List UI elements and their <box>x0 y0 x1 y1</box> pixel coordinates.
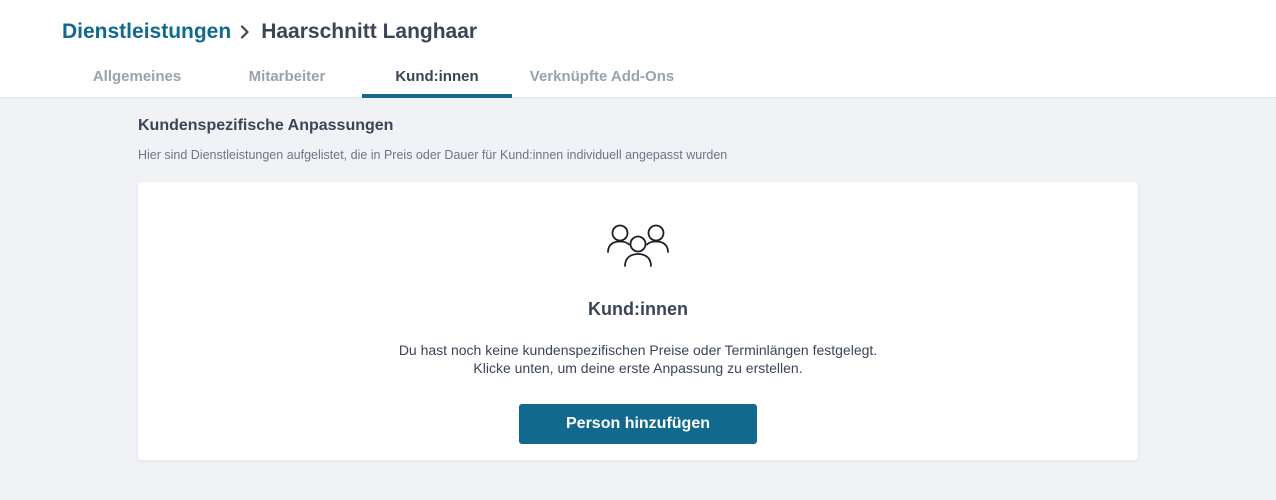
page-title: Haarschnitt Langhaar <box>261 20 478 43</box>
people-group-icon <box>606 222 670 272</box>
empty-state-text-line-2: Klicke unten, um deine erste Anpassung z… <box>473 360 803 376</box>
section-description: Hier sind Dienstleistungen aufgelistet, … <box>138 148 728 162</box>
empty-state-text: Du hast noch keine kundenspezifischen Pr… <box>138 341 1138 377</box>
chevron-right-icon <box>240 25 250 39</box>
tab-customers[interactable]: Kund:innen <box>362 62 512 98</box>
add-person-button[interactable]: Person hinzufügen <box>519 404 757 444</box>
tab-general[interactable]: Allgemeines <box>62 62 212 98</box>
tab-employees[interactable]: Mitarbeiter <box>212 62 362 98</box>
empty-state-card: Kund:innen Du hast noch keine kundenspez… <box>138 182 1138 460</box>
breadcrumb-link-services[interactable]: Dienstleistungen <box>62 20 231 44</box>
tab-bar: Allgemeines Mitarbeiter Kund:innen Verkn… <box>62 62 692 98</box>
empty-state-text-line-1: Du hast noch keine kundenspezifischen Pr… <box>398 342 878 358</box>
section-title: Kundenspezifische Anpassungen <box>138 117 394 134</box>
breadcrumb: Dienstleistungen Haarschnitt Langhaar <box>62 18 477 46</box>
tab-linked-addons[interactable]: Verknüpfte Add-Ons <box>512 62 692 98</box>
empty-state-title: Kund:innen <box>588 299 688 319</box>
page-header: Dienstleistungen Haarschnitt Langhaar Al… <box>0 0 1276 98</box>
